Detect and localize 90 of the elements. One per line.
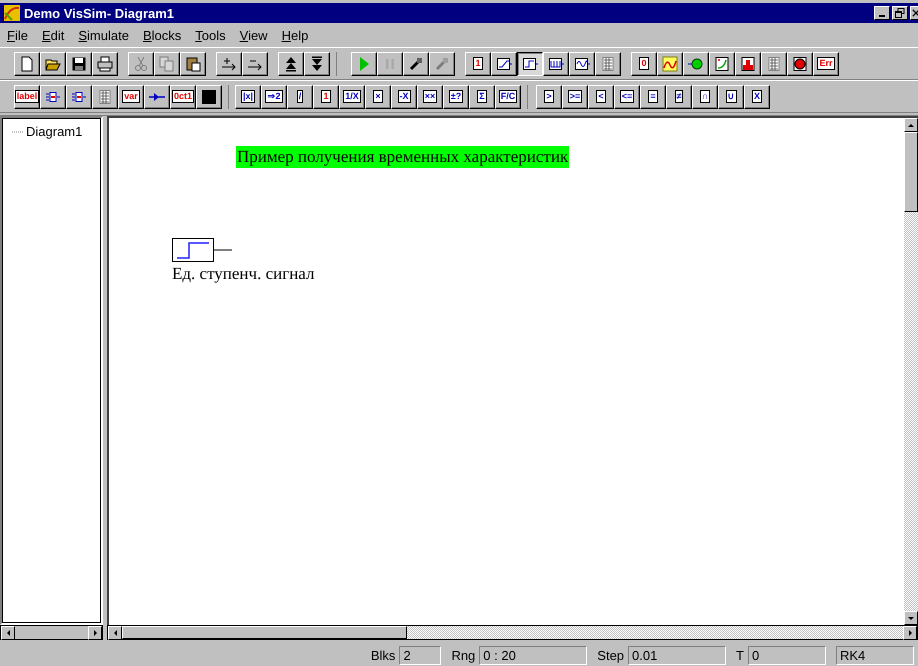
- step-block[interactable]: [172, 238, 232, 262]
- xy-plot-icon: [714, 56, 730, 72]
- status-label: Rng: [451, 648, 476, 662]
- restore-icon: [895, 8, 905, 18]
- histogram-icon: [740, 56, 756, 72]
- plot-icon: [662, 56, 678, 72]
- close-icon: [912, 8, 918, 18]
- toolbar-button[interactable]: ∩: [692, 84, 718, 108]
- toolbar-button[interactable]: ∪: [718, 84, 744, 108]
- toolbar-button[interactable]: ±?: [443, 84, 469, 108]
- grid-icon: [600, 56, 616, 72]
- probe-icon: [408, 56, 424, 72]
- status-field: 0 : 20: [479, 646, 588, 664]
- menu-item[interactable]: View: [234, 28, 277, 42]
- block-label: Ед. ступенч. сигнал: [172, 264, 314, 284]
- minimize-button[interactable]: [874, 6, 890, 20]
- toolbar-button[interactable]: ⇒2: [261, 84, 287, 108]
- toolbar-button[interactable]: ≠: [666, 84, 692, 108]
- toolbar-button[interactable]: -X: [391, 84, 417, 108]
- status-field: RK4: [836, 646, 914, 664]
- toolbar-button[interactable]: >: [536, 84, 562, 108]
- right-arrow-icon[interactable]: [94, 630, 96, 636]
- toolbar-button[interactable]: Σ: [469, 84, 495, 108]
- toolbar-button[interactable]: 0ct1: [170, 84, 196, 108]
- toolbar-button[interactable]: >=: [562, 84, 588, 108]
- menu-item[interactable]: Edit: [36, 28, 74, 42]
- pulse-icon: [548, 56, 564, 72]
- status-field: 0: [748, 646, 826, 664]
- page-icon: [19, 56, 35, 72]
- status-field: 2: [399, 646, 442, 664]
- scroll-thumb[interactable]: [904, 132, 918, 212]
- tree-line-icon: [12, 130, 24, 132]
- toolbar-button[interactable]: ××: [417, 84, 443, 108]
- down-arrows-icon: [309, 56, 325, 72]
- plus-arrow-icon: [221, 56, 237, 72]
- menu-item[interactable]: Tools: [190, 28, 235, 42]
- status-label: Blks: [370, 648, 396, 662]
- right-arrow-icon[interactable]: [908, 630, 912, 636]
- app-icon: [4, 5, 20, 21]
- toolbar-button[interactable]: /: [287, 84, 313, 108]
- down-arrow-icon[interactable]: [908, 616, 914, 620]
- up-arrow-icon[interactable]: [908, 124, 914, 126]
- menu-item[interactable]: Simulate: [73, 28, 138, 42]
- toolbar-button[interactable]: =: [640, 84, 666, 108]
- copy-icon: [159, 56, 175, 72]
- menu-item[interactable]: File: [2, 28, 37, 42]
- light-icon: [688, 56, 704, 72]
- left-arrow-icon[interactable]: [114, 630, 116, 636]
- left-arrow-icon[interactable]: [6, 630, 10, 636]
- clipboard-icon: [185, 56, 201, 72]
- grid-icon: [97, 88, 113, 104]
- toolbar-button[interactable]: F/C: [495, 84, 521, 108]
- toolbar-button[interactable]: 0: [631, 52, 657, 76]
- up-arrows-icon: [283, 56, 299, 72]
- toolbar-button[interactable]: label: [14, 84, 40, 108]
- toolbar-button[interactable]: ×: [365, 84, 391, 108]
- toolbar-button[interactable]: Err: [813, 52, 839, 76]
- step-icon: [522, 56, 538, 72]
- probe-icon: [434, 56, 450, 72]
- scissors-icon: [133, 56, 149, 72]
- swatch-icon: [201, 88, 217, 104]
- toolbar-button[interactable]: 1/X: [339, 84, 365, 108]
- toolbar-button[interactable]: 1: [465, 52, 491, 76]
- diagram-label: Пример получения временных характеристик: [236, 146, 570, 168]
- ramp-icon: [496, 56, 512, 72]
- toolbar-button[interactable]: 1: [313, 84, 339, 108]
- printer-icon: [97, 56, 113, 72]
- menu-item[interactable]: Help: [276, 28, 318, 42]
- toolbar-button[interactable]: [517, 52, 543, 76]
- horizontal-scrollbar[interactable]: [107, 625, 918, 640]
- toolbar-button[interactable]: <: [588, 84, 614, 108]
- tree-item[interactable]: Diagram1: [26, 124, 82, 139]
- minimize-icon: [879, 15, 885, 17]
- toolbar-button[interactable]: |x|: [235, 84, 261, 108]
- toolbar-button[interactable]: X: [744, 84, 770, 108]
- floppy-icon: [71, 56, 87, 72]
- window-title: Demo VisSim- Diagram1: [24, 6, 176, 20]
- status-label: Step: [597, 648, 624, 662]
- status-label: T: [736, 648, 744, 662]
- stop-icon: [792, 56, 808, 72]
- vertical-scrollbar[interactable]: [904, 118, 918, 625]
- horizontal-scrollbar[interactable]: [0, 625, 103, 640]
- restore-button[interactable]: [892, 6, 908, 20]
- toolbar-button[interactable]: <=: [614, 84, 640, 108]
- menu-item[interactable]: Blocks: [138, 28, 190, 42]
- status-field: 0.01: [628, 646, 726, 664]
- sine-wave-icon: [574, 56, 590, 72]
- scroll-thumb[interactable]: [122, 626, 407, 639]
- toolbar-button[interactable]: var: [118, 84, 144, 108]
- grid-icon: [766, 56, 782, 72]
